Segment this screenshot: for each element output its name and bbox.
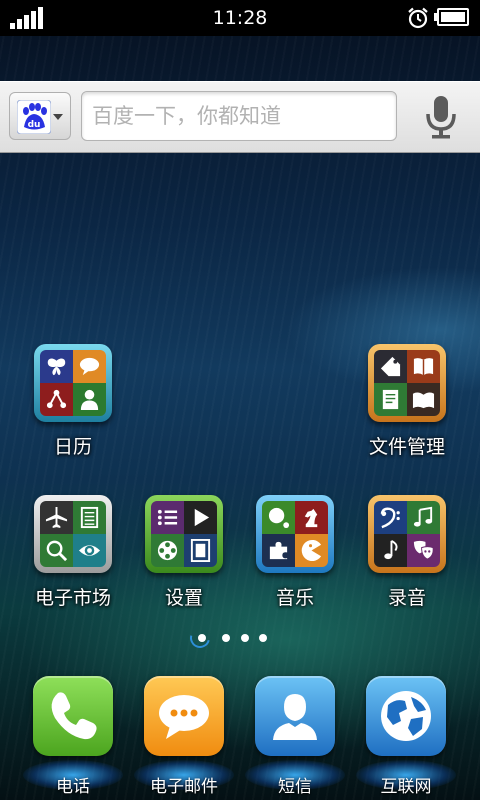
- chat-dots-icon: [262, 501, 295, 534]
- search-engine-selector[interactable]: du: [9, 92, 71, 140]
- play-icon: [184, 501, 217, 534]
- butterfly-icon: [40, 350, 73, 383]
- tag-icon: [374, 350, 407, 383]
- music-note-icon: [407, 501, 440, 534]
- list-icon: [151, 501, 184, 534]
- contact-icon: [273, 694, 317, 740]
- page-dot: [241, 634, 249, 642]
- open-book-icon: [407, 383, 440, 416]
- dock-phone[interactable]: 电话: [17, 676, 127, 800]
- dock-messages[interactable]: 短信: [239, 676, 349, 800]
- app-calendar[interactable]: 日历: [18, 344, 128, 474]
- microphone-icon[interactable]: [418, 92, 464, 142]
- app-label: 音乐: [275, 587, 314, 609]
- search-widget: du 百度一下，你都知道: [0, 81, 480, 153]
- film-reel-icon: [151, 534, 184, 567]
- page-dot: [259, 634, 267, 642]
- chat-bubble-icon: [159, 695, 209, 739]
- notes-icon: [73, 501, 106, 534]
- app-recorder[interactable]: 录音: [352, 495, 462, 625]
- person-icon: [73, 383, 106, 416]
- pacman-icon: [295, 534, 328, 567]
- search-icon: [40, 534, 73, 567]
- film-strip-icon: [184, 534, 217, 567]
- status-bar: 11:28: [0, 0, 480, 36]
- app-file-manager[interactable]: 文件管理: [352, 344, 462, 474]
- page-indicator[interactable]: [186, 624, 276, 652]
- dropdown-arrow-icon: [53, 114, 63, 120]
- eighth-note-icon: [374, 534, 407, 567]
- globe-icon: [381, 691, 431, 741]
- document-icon: [374, 383, 407, 416]
- page-dot: [198, 634, 206, 642]
- chess-knight-icon: [295, 501, 328, 534]
- app-label: 录音: [387, 587, 426, 609]
- puzzle-icon: [262, 534, 295, 567]
- dock-email[interactable]: 电子邮件: [128, 676, 238, 800]
- app-label: 文件管理: [368, 436, 445, 458]
- dock: 电话 电子邮件 短信 互联网: [0, 660, 480, 800]
- app-label: 日历: [53, 436, 92, 458]
- speech-bubble-icon: [73, 350, 106, 383]
- search-input[interactable]: 百度一下，你都知道: [81, 91, 397, 141]
- alarm-icon: [408, 7, 428, 29]
- airplane-icon: [40, 501, 73, 534]
- eye-icon: [73, 534, 106, 567]
- theater-masks-icon: [407, 534, 440, 567]
- page-dot: [222, 634, 230, 642]
- bass-clef-icon: [374, 501, 407, 534]
- phone-icon: [51, 692, 97, 740]
- share-icon: [40, 383, 73, 416]
- svg-text:du: du: [28, 120, 41, 130]
- app-settings[interactable]: 设置: [129, 495, 239, 625]
- app-market[interactable]: 电子市场: [18, 495, 128, 625]
- baidu-logo: du: [17, 100, 51, 134]
- battery-icon: [434, 8, 469, 26]
- dock-label: 互联网: [380, 777, 432, 797]
- app-music[interactable]: 音乐: [240, 495, 350, 625]
- dock-browser[interactable]: 互联网: [350, 676, 460, 800]
- book-icon: [407, 350, 440, 383]
